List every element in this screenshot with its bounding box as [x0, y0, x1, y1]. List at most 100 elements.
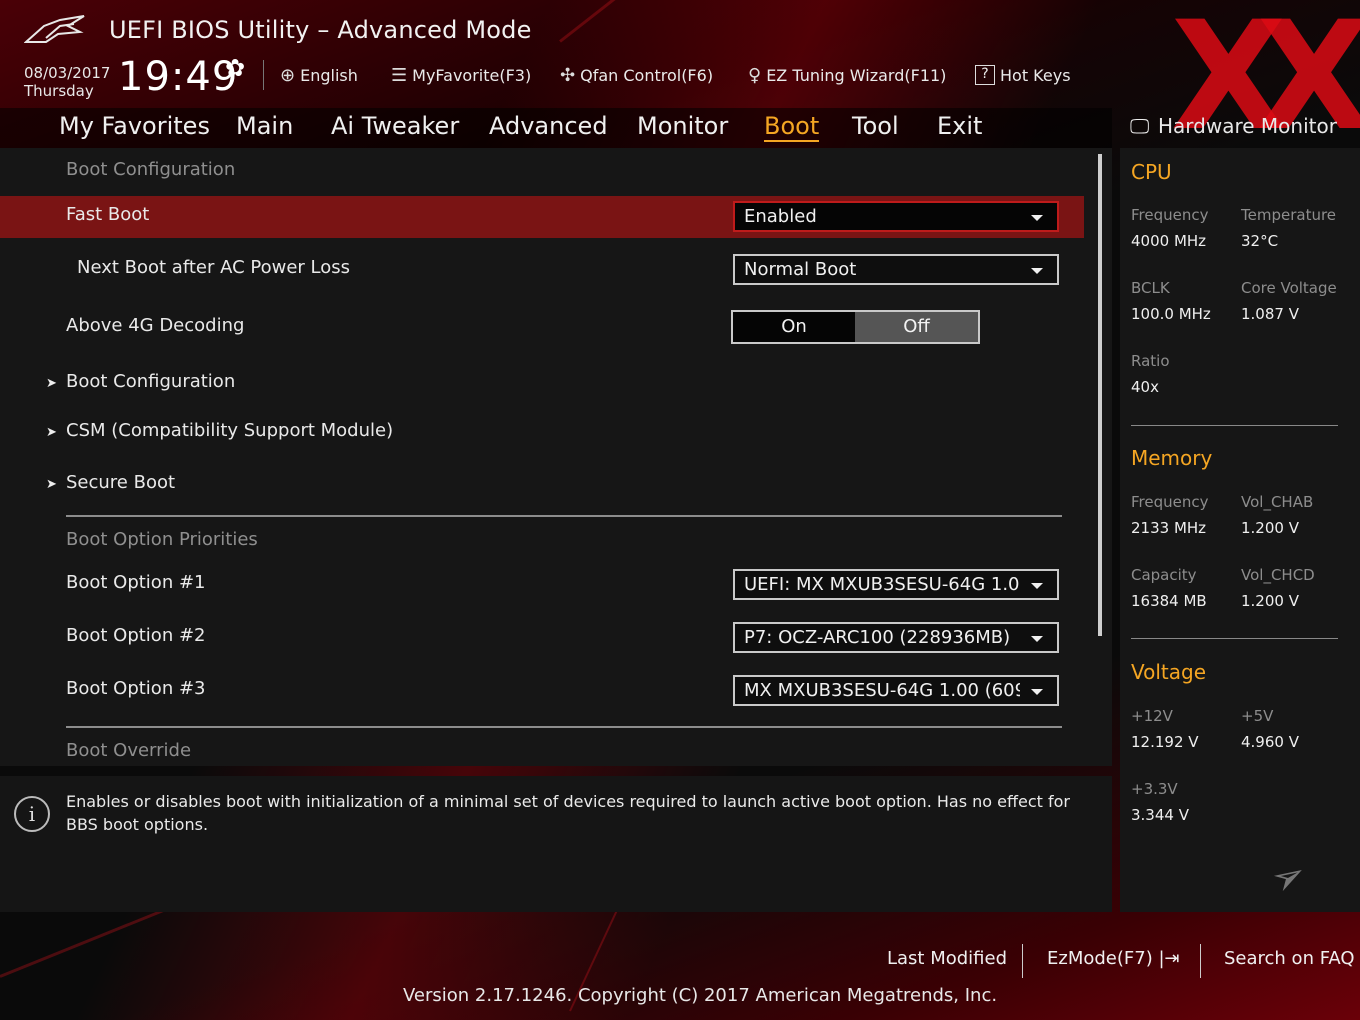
- core-voltage-label: Core Voltage: [1241, 279, 1337, 297]
- tab-main[interactable]: Main: [236, 112, 293, 140]
- scrollbar[interactable]: [1098, 154, 1102, 636]
- tab-monitor[interactable]: Monitor: [637, 112, 728, 140]
- clock: 19:49: [118, 54, 239, 100]
- next-boot-label: Next Boot after AC Power Loss: [77, 257, 351, 278]
- fast-boot-value: Enabled: [744, 206, 817, 227]
- v5-value: 4.960 V: [1241, 733, 1299, 751]
- chevron-right-icon: ➤: [46, 477, 57, 492]
- bclk-value: 100.0 MHz: [1131, 305, 1211, 323]
- vol-chcd-label: Vol_CHCD: [1241, 566, 1315, 584]
- divider: [263, 60, 264, 90]
- hot-keys-label: Hot Keys: [1000, 65, 1071, 85]
- divider: [66, 515, 1062, 517]
- next-boot-value: Normal Boot: [744, 259, 857, 280]
- voltage-title: Voltage: [1131, 660, 1207, 684]
- memory-frequency-value: 2133 MHz: [1131, 519, 1207, 537]
- info-icon: i: [14, 796, 50, 832]
- weekday-text: Thursday: [24, 82, 94, 100]
- boot-option-1-label: Boot Option #1: [66, 572, 206, 593]
- language-label: English: [300, 65, 358, 85]
- v33-value: 3.344 V: [1131, 806, 1189, 824]
- chevron-right-icon: ➤: [46, 376, 57, 391]
- tab-advanced[interactable]: Advanced: [489, 112, 608, 140]
- boot-option-3-label: Boot Option #3: [66, 678, 206, 699]
- gear-icon[interactable]: ✿: [225, 54, 245, 82]
- divider: [1200, 944, 1201, 978]
- globe-icon: ⊕: [280, 64, 296, 86]
- rog-logo-icon: [24, 15, 85, 43]
- tab-exit[interactable]: Exit: [937, 112, 982, 140]
- date-display: 08/03/2017 Thursday: [24, 64, 110, 100]
- tab-boot[interactable]: Boot: [764, 112, 820, 142]
- last-modified-button[interactable]: Last Modified: [887, 948, 1007, 969]
- ezmode-label: EzMode(F7): [1047, 948, 1153, 969]
- fast-boot-dropdown[interactable]: Enabled: [733, 201, 1059, 232]
- version-text: Version 2.17.1246. Copyright (C) 2017 Am…: [403, 985, 998, 1006]
- ratio-value: 40x: [1131, 378, 1159, 396]
- cpu-temperature-value: 32°C: [1241, 232, 1279, 250]
- language-button[interactable]: ⊕ English: [280, 62, 358, 88]
- exit-arrow-icon: |⇥: [1152, 948, 1180, 969]
- chevron-down-icon: [1031, 268, 1043, 274]
- section-boot-option-priorities: Boot Option Priorities: [66, 529, 258, 550]
- chevron-down-icon: [1031, 215, 1043, 221]
- divider: [1131, 638, 1338, 639]
- above-4g-toggle[interactable]: On Off: [731, 310, 980, 344]
- help-panel: i Enables or disables boot with initiali…: [0, 776, 1112, 912]
- boot-option-2-value: P7: OCZ-ARC100 (228936MB): [744, 627, 1011, 648]
- my-favorite-label: MyFavorite(F3): [412, 65, 532, 85]
- main-nav: My Favorites Main Ai Tweaker Advanced Mo…: [0, 108, 1112, 148]
- next-boot-dropdown[interactable]: Normal Boot: [733, 254, 1059, 285]
- boot-option-2-dropdown[interactable]: P7: OCZ-ARC100 (228936MB): [733, 622, 1059, 653]
- boot-option-3-dropdown[interactable]: MX MXUB3SESU-64G 1.00 (609: [733, 675, 1059, 706]
- cpu-temperature-label: Temperature: [1241, 206, 1337, 224]
- fast-boot-label: Fast Boot: [66, 204, 150, 225]
- my-favorite-button[interactable]: ☰ MyFavorite(F3): [391, 62, 531, 88]
- header: UEFI BIOS Utility – Advanced Mode 08/03/…: [0, 0, 1360, 108]
- tab-ai-tweaker[interactable]: Ai Tweaker: [331, 112, 459, 140]
- hardware-monitor-title: Hardware Monitor: [1158, 114, 1337, 138]
- qfan-control-button[interactable]: ✣ Qfan Control(F6): [560, 62, 713, 88]
- above-4g-label: Above 4G Decoding: [66, 315, 245, 336]
- ez-tuning-wizard-button[interactable]: ♀ EZ Tuning Wizard(F11): [748, 62, 946, 88]
- v5-label: +5V: [1241, 707, 1274, 725]
- boot-option-1-dropdown[interactable]: UEFI: MX MXUB3SESU-64G 1.00,: [733, 569, 1059, 600]
- capacity-value: 16384 MB: [1131, 592, 1207, 610]
- capacity-label: Capacity: [1131, 566, 1197, 584]
- cpu-title: CPU: [1131, 160, 1172, 184]
- divider: [1022, 944, 1023, 978]
- vol-chab-label: Vol_CHAB: [1241, 493, 1314, 511]
- boot-option-1-value: UEFI: MX MXUB3SESU-64G 1.00,: [744, 574, 1020, 595]
- memory-title: Memory: [1131, 446, 1213, 470]
- toggle-off[interactable]: Off: [855, 312, 978, 342]
- ezmode-button[interactable]: EzMode(F7) |⇥: [1047, 948, 1180, 969]
- v12-label: +12V: [1131, 707, 1173, 725]
- mouse-cursor-icon: ➢: [1262, 848, 1315, 906]
- divider: [1131, 425, 1338, 426]
- toggle-on[interactable]: On: [733, 312, 855, 342]
- chevron-down-icon: [1031, 689, 1043, 695]
- search-faq-button[interactable]: Search on FAQ: [1224, 948, 1355, 969]
- v33-label: +3.3V: [1131, 780, 1178, 798]
- hardware-monitor-header: 🖵 Hardware Monitor: [1120, 108, 1360, 148]
- chevron-down-icon: [1031, 636, 1043, 642]
- tab-my-favorites[interactable]: My Favorites: [59, 112, 210, 140]
- ratio-label: Ratio: [1131, 352, 1170, 370]
- cpu-frequency-value: 4000 MHz: [1131, 232, 1207, 250]
- section-boot-override: Boot Override: [66, 740, 192, 761]
- fan-icon: ✣: [560, 64, 576, 86]
- submenu-csm[interactable]: CSM (Compatibility Support Module): [66, 420, 393, 441]
- boot-option-3-value: MX MXUB3SESU-64G 1.00 (609: [744, 680, 1020, 701]
- lightbulb-icon: ♀: [748, 64, 762, 86]
- hot-keys-button[interactable]: ? Hot Keys: [975, 62, 1071, 88]
- help-text: Enables or disables boot with initializa…: [66, 792, 1070, 834]
- date-text: 08/03/2017: [24, 64, 111, 82]
- question-icon: ?: [975, 65, 995, 85]
- ez-tuning-label: EZ Tuning Wizard(F11): [766, 65, 947, 85]
- submenu-boot-configuration[interactable]: Boot Configuration: [66, 371, 235, 392]
- submenu-secure-boot[interactable]: Secure Boot: [66, 472, 175, 493]
- v12-value: 12.192 V: [1131, 733, 1199, 751]
- tab-tool[interactable]: Tool: [852, 112, 899, 140]
- settings-panel: Boot Configuration Fast Boot Enabled Nex…: [0, 148, 1112, 766]
- page-title: UEFI BIOS Utility – Advanced Mode: [109, 16, 532, 44]
